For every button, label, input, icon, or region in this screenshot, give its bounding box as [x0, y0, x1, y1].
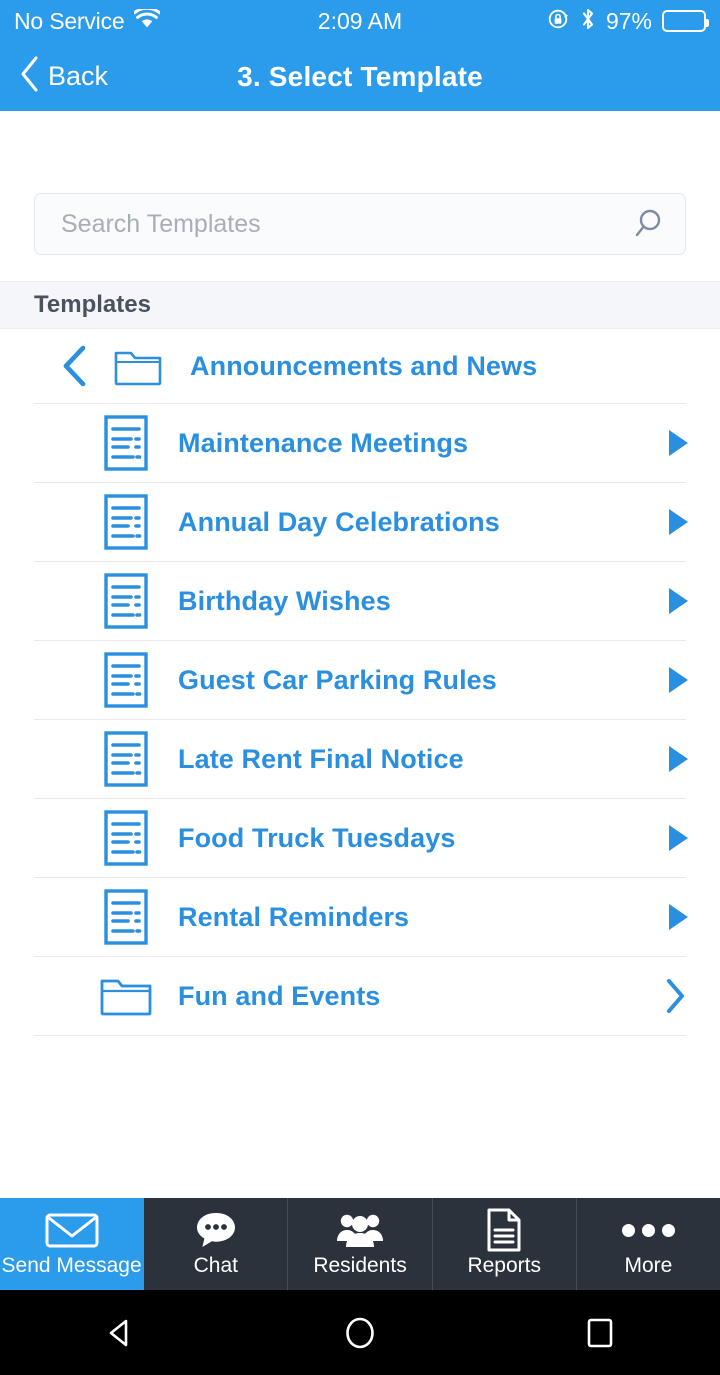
document-icon	[98, 730, 154, 788]
tab-label: Reports	[467, 1254, 541, 1277]
triangle-right-icon[interactable]	[669, 904, 688, 930]
document-icon	[98, 888, 154, 946]
document-icon	[98, 651, 154, 709]
navigation-header: Back 3. Select Template	[0, 42, 720, 111]
chat-bubble-icon	[194, 1212, 238, 1248]
rotation-lock-icon	[548, 8, 570, 35]
template-row[interactable]: Late Rent Final Notice	[0, 720, 720, 798]
chevron-left-icon	[18, 55, 40, 98]
template-label: Guest Car Parking Rules	[178, 664, 497, 695]
tab-label: Residents	[313, 1254, 407, 1277]
folder-icon	[98, 974, 154, 1018]
people-icon	[336, 1212, 384, 1248]
tab-more[interactable]: More	[577, 1198, 720, 1290]
parent-folder-label: Announcements and News	[190, 350, 538, 381]
template-row[interactable]: Guest Car Parking Rules	[0, 641, 720, 719]
row-separator	[34, 1035, 686, 1036]
android-recents-icon[interactable]	[540, 1303, 660, 1363]
android-navigation-bar	[0, 1290, 720, 1375]
triangle-right-icon[interactable]	[669, 825, 688, 851]
template-row[interactable]: Annual Day Celebrations	[0, 483, 720, 561]
template-row[interactable]: Birthday Wishes	[0, 562, 720, 640]
search-icon[interactable]	[629, 206, 665, 242]
status-bar: No Service 2:09 AM 97%	[0, 0, 720, 42]
envelope-icon	[45, 1212, 99, 1248]
triangle-right-icon[interactable]	[669, 667, 688, 693]
template-row[interactable]: Maintenance Meetings	[0, 404, 720, 482]
battery-icon	[662, 10, 709, 32]
folder-row[interactable]: Fun and Events	[0, 957, 720, 1035]
android-back-icon[interactable]	[60, 1303, 180, 1363]
document-icon	[98, 809, 154, 867]
parent-folder-row[interactable]: Announcements and News	[0, 329, 720, 403]
template-label: Food Truck Tuesdays	[178, 822, 456, 853]
back-button[interactable]: Back	[0, 55, 108, 98]
tab-residents[interactable]: Residents	[288, 1198, 433, 1290]
template-list: Announcements and News Maintenance Meeti…	[0, 329, 720, 1198]
search-box[interactable]	[34, 193, 686, 255]
triangle-right-icon[interactable]	[669, 746, 688, 772]
search-zone	[0, 111, 720, 255]
document-icon	[98, 493, 154, 551]
app-screen: No Service 2:09 AM 97% Back 3. Select Te…	[0, 0, 720, 1375]
template-label: Birthday Wishes	[178, 585, 391, 616]
android-home-icon[interactable]	[300, 1303, 420, 1363]
section-header-templates: Templates	[0, 281, 720, 329]
folder-label: Fun and Events	[178, 980, 381, 1011]
chevron-right-icon[interactable]	[662, 977, 688, 1015]
tab-label: Send Message	[1, 1254, 142, 1277]
tab-reports[interactable]: Reports	[433, 1198, 577, 1290]
bluetooth-icon	[580, 7, 596, 36]
section-header-label: Templates	[34, 291, 151, 318]
document-icon	[98, 414, 154, 472]
carrier-label: No Service	[14, 7, 125, 34]
wifi-icon	[132, 6, 161, 34]
search-input[interactable]	[61, 209, 629, 239]
triangle-right-icon[interactable]	[669, 430, 688, 456]
tab-label: More	[624, 1254, 673, 1277]
template-label: Rental Reminders	[178, 901, 410, 932]
triangle-right-icon[interactable]	[669, 509, 688, 535]
template-label: Annual Day Celebrations	[178, 506, 500, 537]
folder-back-chevron-left-icon[interactable]	[46, 343, 102, 389]
back-button-label: Back	[48, 61, 109, 91]
battery-percent-label: 97%	[605, 7, 652, 34]
status-bar-left: No Service	[14, 6, 161, 35]
template-label: Late Rent Final Notice	[178, 743, 464, 774]
template-label: Maintenance Meetings	[178, 427, 469, 458]
document-page-icon	[486, 1208, 522, 1252]
status-bar-right: 97%	[548, 7, 709, 36]
template-rows-container: Maintenance Meetings Annual Day Celebrat…	[0, 403, 720, 1036]
ellipsis-icon	[621, 1212, 675, 1248]
template-row[interactable]: Food Truck Tuesdays	[0, 799, 720, 877]
tab-send-message[interactable]: Send Message	[0, 1198, 145, 1290]
triangle-right-icon[interactable]	[669, 588, 688, 614]
template-row[interactable]: Rental Reminders	[0, 878, 720, 956]
tab-label: Chat	[193, 1254, 238, 1277]
tab-chat[interactable]: Chat	[144, 1198, 289, 1290]
folder-icon	[110, 346, 166, 386]
document-icon	[98, 572, 154, 630]
bottom-tab-bar: Send Message Chat Residents Reports More	[0, 1198, 720, 1290]
